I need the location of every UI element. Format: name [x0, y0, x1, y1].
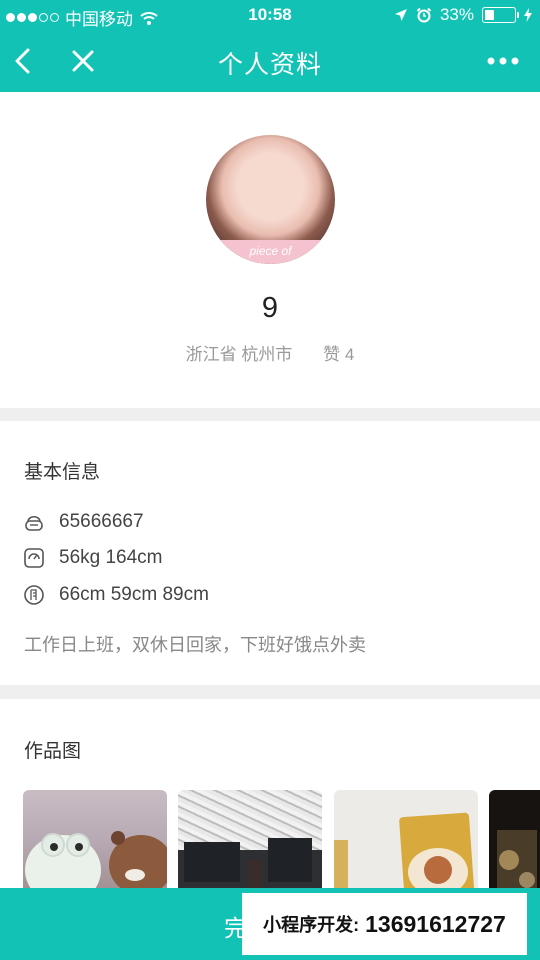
work-thumbnail-4[interactable]: [489, 790, 540, 900]
profile-card: piece of 9 浙江省 杭州市 赞 4: [0, 92, 540, 408]
section-title-basic-info: 基本信息: [24, 462, 101, 483]
info-row-id: 65666667: [23, 511, 144, 533]
basic-info-card: 基本信息 65666667 56kg 164cm 66cm 59cm 89cm …: [0, 421, 540, 685]
battery-icon: [482, 7, 519, 23]
info-text-body: 56kg 164cm: [59, 547, 163, 568]
info-text-measurements: 66cm 59cm 89cm: [59, 584, 209, 605]
contact-label: 小程序开发:: [263, 915, 360, 935]
more-icon[interactable]: [486, 44, 520, 78]
work-thumbnail-3[interactable]: [334, 790, 478, 900]
page-title: 个人资料: [217, 51, 322, 79]
battery-percent: 33%: [439, 5, 474, 24]
intro-text: 工作日上班，双休日回家，下班好饿点外卖: [24, 635, 366, 655]
work-thumbnail-1[interactable]: [23, 790, 167, 900]
charging-icon: [524, 8, 532, 22]
scale-icon: [23, 547, 45, 569]
info-text-id: 65666667: [59, 511, 144, 532]
battery-fill: [485, 10, 494, 20]
location-text: 浙江省 杭州市: [185, 345, 293, 364]
avatar-caption: piece of: [206, 240, 335, 264]
contact-phone: 13691612727: [365, 910, 506, 937]
contact-overlay: 小程序开发: 13691612727: [242, 893, 527, 955]
user-id-icon: [23, 511, 45, 533]
measure-icon: [23, 584, 45, 606]
nickname: 9: [261, 292, 279, 324]
location-likes-line: 浙江省 杭州市 赞 4: [0, 340, 540, 365]
status-right-group: 33%: [394, 5, 532, 25]
navigation-bar: 个人资料: [0, 30, 540, 92]
info-row-body: 56kg 164cm: [23, 547, 163, 569]
likes-count: 赞 4: [323, 345, 355, 364]
alarm-icon: [416, 7, 432, 23]
location-arrow-icon: [394, 9, 407, 21]
section-title-works: 作品图: [24, 741, 82, 762]
status-bar: 中国移动 10:58 33%: [0, 0, 540, 30]
work-thumbnail-2[interactable]: [178, 790, 322, 900]
info-row-measurements: 66cm 59cm 89cm: [23, 584, 209, 606]
avatar[interactable]: piece of: [206, 135, 335, 264]
